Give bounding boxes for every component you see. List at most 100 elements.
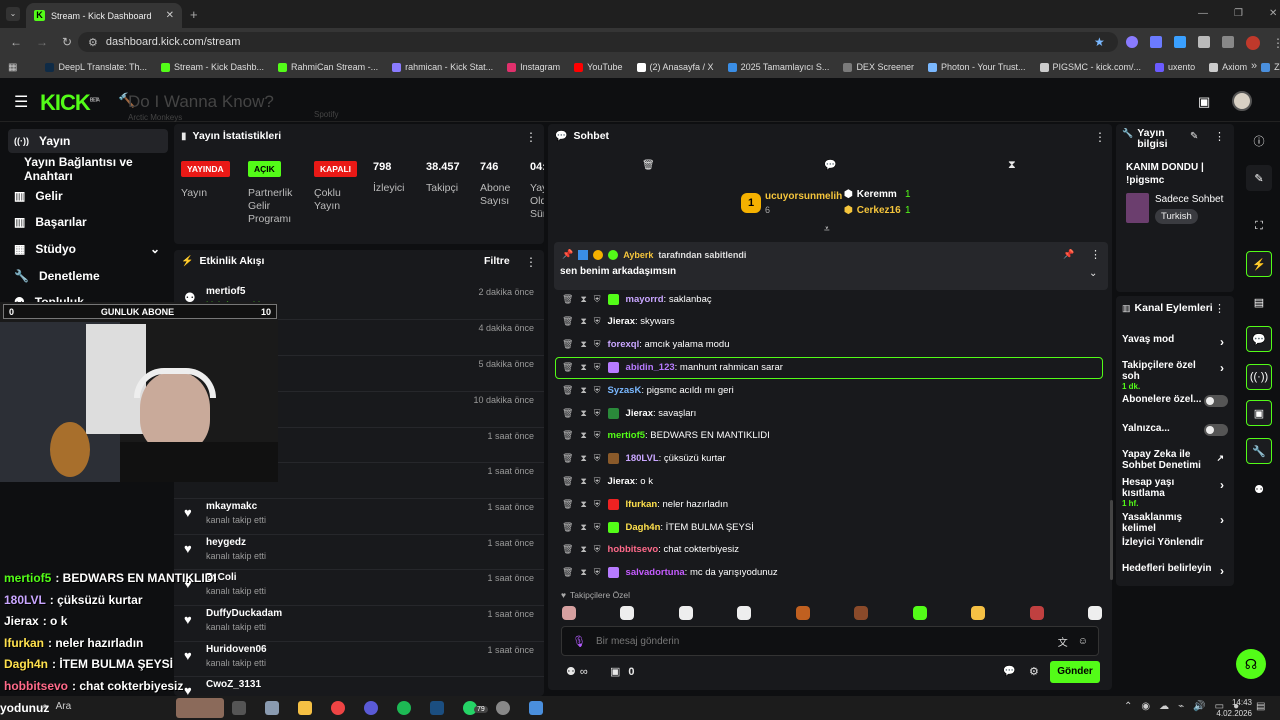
ban-shield-icon[interactable]: ⛨ (594, 294, 601, 305)
chat-username[interactable]: forexql (608, 339, 640, 350)
activity-item[interactable]: ♥ mkaymakc kanalı takip etti 1 saat önce (174, 498, 544, 532)
emoji-icon[interactable]: ☺ (1078, 636, 1088, 647)
timeout-hourglass-icon[interactable]: ⧗ (580, 499, 586, 510)
new-tab-button[interactable]: + (190, 7, 198, 22)
drops-info[interactable]: ▣ 0 (610, 665, 635, 679)
send-button[interactable]: Gönder (1050, 661, 1100, 683)
emote-icon[interactable] (1087, 606, 1102, 620)
activity-item[interactable]: ♥ ZxColi kanalı takip etti 1 saat önce (174, 569, 544, 603)
edit-icon[interactable]: ✎ (1246, 165, 1272, 191)
toggle-switch[interactable] (1204, 395, 1228, 407)
timeout-hourglass-icon[interactable]: ⧗ (580, 408, 586, 419)
ban-shield-icon[interactable]: ⛨ (594, 544, 601, 555)
forward-icon[interactable]: → (36, 35, 48, 49)
ban-shield-icon[interactable]: ⛨ (594, 408, 601, 419)
emote-icon[interactable] (620, 606, 635, 620)
app-icon[interactable] (529, 701, 543, 715)
browser-tab[interactable]: K Stream - Kick Dashboard ✕ (26, 3, 182, 28)
kick-logo[interactable]: KICKBETA (40, 90, 100, 116)
bookmark-item[interactable]: Instagram (507, 62, 560, 72)
delete-icon[interactable]: 🗑 (562, 499, 573, 510)
timeout-hourglass-icon[interactable]: ⧗ (580, 385, 586, 396)
delete-icon[interactable]: 🗑 (562, 385, 573, 396)
app-icon[interactable] (265, 701, 279, 715)
delete-icon[interactable]: 🗑 (562, 294, 573, 305)
user-avatar[interactable] (1232, 91, 1252, 111)
chat-message[interactable]: 🗑 ⧗ ⛨ hobbitsevo: chat cokterbiyesiz (562, 540, 1102, 560)
chat-username[interactable]: salvadortuna (626, 567, 685, 578)
activity-item[interactable]: ♥ DuffyDuckadam kanalı takip etti 1 saat ön… (174, 605, 544, 639)
bookmark-item[interactable]: Stream - Kick Dashb... (161, 62, 264, 72)
taskbar-search[interactable]: ⌕ Ara (42, 701, 71, 712)
bookmark-item[interactable]: DeepL Translate: Th... (45, 62, 147, 72)
activity-menu-icon[interactable]: ⋮ (525, 255, 537, 269)
stats-panel-icon[interactable]: ▤ (1246, 289, 1272, 315)
pinned-menu-icon[interactable]: ⋮ (1090, 248, 1101, 261)
channel-action-item[interactable]: Takipçilere özel soh 1 dk. › (1122, 360, 1232, 391)
maximize-icon[interactable]: ❐ (1234, 8, 1243, 19)
minimize-icon[interactable]: — (1198, 8, 1208, 19)
timeout-hourglass-icon[interactable]: ⧗ (580, 453, 586, 464)
channel-action-item[interactable]: Yavaş mod › (1122, 334, 1232, 349)
chat-message[interactable]: 🗑 ⧗ ⛨ abidin_123: manhunt rahmican sarar (562, 357, 1102, 377)
chat-message[interactable]: 🗑 ⧗ ⛨ mertiof5: BEDWARS EN MANTIKLIDI (562, 426, 1102, 446)
bookmark-item[interactable]: PIGSMC - kick.com/... (1039, 62, 1141, 72)
timeout-hourglass-icon[interactable]: ⧗ (580, 294, 586, 305)
discord-icon[interactable] (364, 701, 378, 715)
channel-action-item[interactable]: Hedefleri belirleyin › (1122, 563, 1232, 578)
timeout-hourglass-icon[interactable]: ⧗ (580, 567, 586, 578)
activity-item[interactable]: ♥ heygedz kanalı takip etti 1 saat önce (174, 534, 544, 568)
ban-shield-icon[interactable]: ⛨ (594, 567, 601, 578)
bookmark-item[interactable]: (2) Anasayfa / X (636, 62, 714, 72)
ban-shield-icon[interactable]: ⛨ (594, 362, 601, 373)
chat-username[interactable]: 180LVL (626, 453, 659, 464)
chat-username[interactable]: mayorrd (626, 294, 664, 305)
chat-username[interactable]: mertiof5 (608, 430, 645, 441)
info-menu-icon[interactable]: ⋮ (1214, 130, 1225, 143)
points-info[interactable]: ⚉ ∞ (566, 665, 588, 679)
nav-item-yayin[interactable]: ((·)) Yayın (8, 129, 168, 153)
nav-item-stream-key[interactable]: Yayın Bağlantısı ve Anahtarı (8, 155, 168, 183)
chat-message[interactable]: 🗑 ⧗ ⛨ Dagh4n: İTEM BULMA ŞEYSİ (562, 517, 1102, 537)
timeout-hourglass-icon[interactable]: ⧗ (580, 316, 586, 327)
chat-message[interactable]: 🗑 ⧗ ⛨ forexql: amcık yalama modu (562, 335, 1102, 355)
clock[interactable]: 14:43 4.02.2026 (1206, 697, 1252, 719)
close-window-icon[interactable]: ✕ (1269, 8, 1277, 19)
emote-icon[interactable] (971, 606, 986, 620)
chat-panel-icon[interactable]: 💬 (1246, 326, 1272, 352)
extension-icon[interactable] (1150, 36, 1162, 48)
chat-input[interactable]: 🎙 Bir mesaj gönderin 文 ☺ (561, 626, 1099, 656)
app-icon[interactable] (496, 701, 510, 715)
timeout-hourglass-icon[interactable]: ⧗ (580, 362, 586, 373)
chat-scrollbar[interactable] (1110, 500, 1113, 580)
ban-shield-icon[interactable]: ⛨ (594, 476, 601, 487)
bookmark-item[interactable]: Zonguldak İngilizce... (1261, 62, 1280, 72)
ban-shield-icon[interactable]: ⛨ (594, 385, 601, 396)
chat-username[interactable]: hobbitsevo (608, 544, 659, 555)
chat-message[interactable]: 🗑 ⧗ ⛨ 180LVL: çüksüzü kurtar (562, 449, 1102, 469)
emote-icon[interactable] (795, 606, 810, 620)
nav-item-gelir[interactable]: ▥ Gelir (8, 184, 168, 208)
ban-shield-icon[interactable]: ⛨ (594, 499, 601, 510)
chat-message[interactable]: 🗑 ⧗ ⛨ Jierax: skywars (562, 312, 1102, 332)
reload-icon[interactable]: ↻ (62, 35, 72, 49)
chevron-down-icon[interactable]: ⌄ (1089, 268, 1097, 279)
bolt-panel-icon[interactable]: ⚡ (1246, 251, 1272, 277)
activity-filter-button[interactable]: Filtre (484, 255, 510, 267)
chat-menu-icon[interactable]: ⋮ (1094, 130, 1106, 144)
nav-item-basarilar[interactable]: ▥ Başarılar (8, 210, 168, 234)
collapse-icon[interactable]: ⩡ (824, 224, 830, 235)
settings-gear-icon[interactable]: ⚙ (1029, 665, 1039, 678)
delete-icon[interactable]: 🗑 (562, 430, 573, 441)
bookmark-item[interactable]: 2025 Tamamlayıcı S... (727, 62, 829, 72)
broadcast-panel-icon[interactable]: ((·)) (1246, 364, 1272, 390)
ban-shield-icon[interactable]: ⛨ (594, 339, 601, 350)
toggle-switch[interactable] (1204, 424, 1228, 436)
bookmark-star-icon[interactable]: ★ (1094, 35, 1105, 49)
bookmark-item[interactable]: rahmican - Kick Stat... (392, 62, 493, 72)
more-bookmarks-icon[interactable]: » (1251, 60, 1257, 72)
delete-icon[interactable]: 🗑 (562, 408, 573, 419)
support-headset-button[interactable]: ☊ (1236, 649, 1266, 679)
chat-settings-bubble-icon[interactable]: 💬 (1003, 666, 1015, 677)
stats-menu-icon[interactable]: ⋮ (525, 130, 537, 144)
